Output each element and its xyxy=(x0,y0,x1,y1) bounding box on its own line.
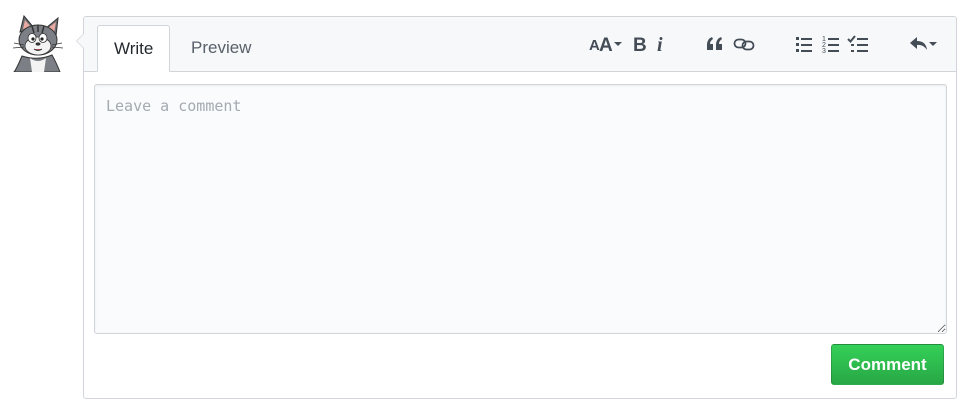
link-button[interactable] xyxy=(732,31,756,57)
svg-text:3: 3 xyxy=(822,48,826,54)
speech-caret-inner xyxy=(77,34,84,48)
italic-icon: i xyxy=(657,34,663,54)
comment-form: Write Preview A A B i 1 2 3 Leave a comm… xyxy=(76,16,957,399)
bold-icon: B xyxy=(633,35,647,54)
cat-avatar-icon xyxy=(12,14,64,73)
svg-text:A: A xyxy=(599,35,613,54)
unordered-list-button[interactable] xyxy=(793,31,815,57)
reply-icon xyxy=(910,37,937,50)
avatar[interactable] xyxy=(8,14,66,73)
task-list-icon xyxy=(847,35,868,52)
quote-button[interactable] xyxy=(704,31,726,57)
text-size-icon: A A xyxy=(589,35,622,54)
text-size-button[interactable]: A A xyxy=(588,31,624,57)
comment-textarea[interactable] xyxy=(94,84,947,334)
tab-preview[interactable]: Preview xyxy=(175,25,267,71)
svg-text:i: i xyxy=(657,34,663,54)
comment-form-header: Write Preview A A B i 1 2 3 xyxy=(84,17,956,72)
tab-write[interactable]: Write xyxy=(97,25,171,72)
ordered-list-button[interactable]: 1 2 3 xyxy=(820,31,842,57)
link-icon xyxy=(733,38,755,51)
unordered-list-icon xyxy=(796,37,812,52)
task-list-button[interactable] xyxy=(846,31,870,57)
saved-replies-button[interactable] xyxy=(907,31,939,57)
ordered-list-icon: 1 2 3 xyxy=(822,36,839,54)
comment-button[interactable]: Comment xyxy=(831,344,944,385)
quote-icon xyxy=(707,37,722,50)
svg-text:B: B xyxy=(633,35,647,54)
italic-button[interactable]: i xyxy=(654,31,668,57)
bold-button[interactable]: B xyxy=(630,31,648,57)
